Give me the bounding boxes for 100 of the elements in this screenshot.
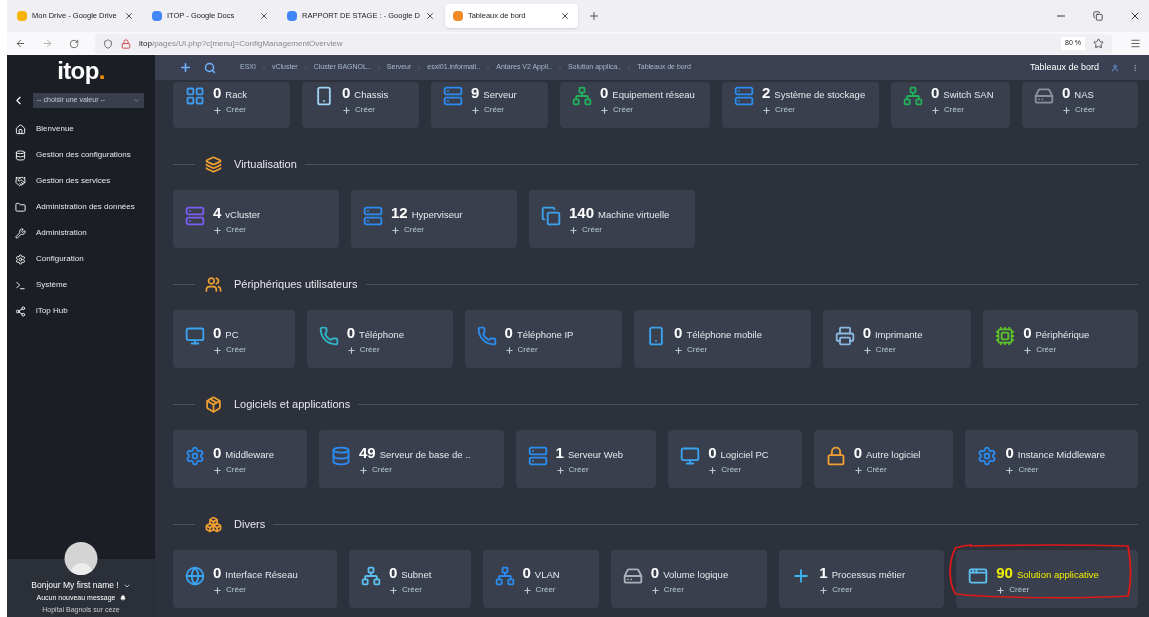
tile-label[interactable]: VLAN [534, 568, 560, 583]
create-link[interactable]: Créer [819, 584, 906, 597]
create-link[interactable]: Créer [862, 344, 923, 357]
tile-label[interactable]: Middleware [225, 448, 274, 463]
close-icon[interactable] [124, 11, 134, 21]
create-link[interactable]: Créer [650, 584, 729, 597]
add-icon[interactable] [179, 61, 192, 74]
tile-card[interactable]: 0 VLAN Créer [482, 550, 599, 608]
create-link[interactable]: Créer [391, 224, 463, 237]
tile-label[interactable]: Rack [225, 88, 247, 103]
menu-item[interactable]: Administration des données [7, 194, 155, 220]
tile-label[interactable]: PC [225, 328, 239, 343]
tile-label[interactable]: NAS [1074, 88, 1094, 103]
tile-card[interactable]: 0 Equipement réseau Créer [560, 82, 710, 128]
user-greeting[interactable]: Bonjour My first name ! [31, 579, 119, 592]
tile-label[interactable]: Téléphone IP [516, 328, 574, 343]
tile-label[interactable]: Hyperviseur [411, 208, 463, 223]
tile-card[interactable]: 0 Logiciel PC Créer [668, 430, 802, 488]
create-link[interactable]: Créer [522, 584, 560, 597]
tile-label[interactable]: Switch SAN [943, 88, 994, 103]
create-link[interactable]: Créer [213, 104, 247, 117]
create-link[interactable]: Créer [1005, 464, 1105, 477]
tile-label[interactable]: Serveur [483, 88, 517, 103]
tile-card[interactable]: 0 Autre logiciel Créer [813, 430, 954, 488]
create-link[interactable]: Créer [213, 224, 261, 237]
tile-label[interactable]: vCluster [225, 208, 261, 223]
star-icon[interactable] [1093, 38, 1104, 49]
create-link[interactable]: Créer [674, 344, 762, 357]
create-link[interactable]: Créer [346, 344, 404, 357]
create-link[interactable]: Créer [342, 104, 389, 117]
logo[interactable]: itop. [57, 59, 105, 83]
tile-card[interactable]: 0 Middleware Créer [173, 430, 307, 488]
close-icon[interactable] [259, 11, 269, 21]
tile-card[interactable]: 140 Machine virtuelle Créer [529, 190, 695, 248]
tile-card[interactable]: 0 Switch SAN Créer [891, 82, 1010, 128]
tile-label[interactable]: Imprimante [874, 328, 923, 343]
menu-item[interactable]: Configuration [7, 246, 155, 272]
create-link[interactable]: Créer [213, 344, 246, 357]
tile-card[interactable]: 0 Rack Créer [173, 82, 290, 128]
restore-icon[interactable] [1093, 11, 1103, 21]
create-link[interactable]: Créer [600, 104, 695, 117]
menu-item[interactable]: iTop Hub [7, 298, 155, 324]
tile-label[interactable]: Système de stockage [774, 88, 866, 103]
tile-label[interactable]: Serveur de base de .. [379, 448, 471, 463]
tile-card[interactable]: 0 Subnet Créer [348, 550, 471, 608]
tile-card[interactable]: 0 NAS Créer [1022, 82, 1138, 128]
create-link[interactable]: Créer [471, 104, 517, 117]
create-link[interactable]: Créer [762, 104, 866, 117]
tile-card[interactable]: 0 Téléphone IP Créer [464, 310, 623, 368]
tile-card[interactable]: 0 Volume logique Créer [610, 550, 768, 608]
menu-icon[interactable] [1130, 38, 1141, 49]
tile-card[interactable]: 9 Serveur Créer [431, 82, 548, 128]
close-icon[interactable] [559, 11, 570, 21]
tile-card[interactable]: 90 Solution applicative Créer [956, 550, 1138, 608]
tile-card[interactable]: 0 Instance Middleware Créer [965, 430, 1138, 488]
new-tab-icon[interactable] [587, 10, 600, 22]
create-link[interactable]: Créer [555, 464, 624, 477]
create-link[interactable]: Créer [213, 464, 274, 477]
close-icon[interactable] [424, 11, 435, 21]
create-link[interactable]: Créer [1062, 104, 1095, 117]
menu-item[interactable]: Bienvenue [7, 116, 155, 142]
tile-card[interactable]: 4 vCluster Créer [173, 190, 339, 248]
tile-card[interactable]: 0 Interface Réseau Créer [173, 550, 337, 608]
tile-card[interactable]: 2 Système de stockage Créer [722, 82, 879, 128]
tile-label[interactable]: Téléphone mobile [686, 328, 762, 343]
menu-item[interactable]: Gestion des services [7, 168, 155, 194]
tile-card[interactable]: 12 Hyperviseur Créer [351, 190, 517, 248]
create-link[interactable]: Créer [569, 224, 670, 237]
tile-card[interactable]: 0 Chassis Créer [302, 82, 419, 128]
create-link[interactable]: Créer [1023, 344, 1090, 357]
tile-label[interactable]: Périphérique [1035, 328, 1090, 343]
tile-label[interactable]: Chassis [354, 88, 389, 103]
create-link[interactable]: Créer [853, 464, 921, 477]
tile-card[interactable]: 1 Processus métier Créer [779, 550, 945, 608]
reload-icon[interactable] [69, 38, 79, 49]
tile-label[interactable]: Solution applicative [1016, 568, 1099, 583]
tile-label[interactable]: Autre logiciel [866, 448, 921, 463]
tile-card[interactable]: 1 Serveur Web Créer [515, 430, 657, 488]
tile-card[interactable]: 0 Périphérique Créer [983, 310, 1138, 368]
tile-label[interactable]: Interface Réseau [225, 568, 298, 583]
menu-item[interactable]: Système [7, 272, 155, 298]
create-link[interactable]: Créer [931, 104, 994, 117]
tile-label[interactable]: Machine virtuelle [598, 208, 670, 223]
tile-label[interactable]: Equipement réseau [612, 88, 695, 103]
tile-card[interactable]: 0 Téléphone Créer [306, 310, 453, 368]
create-link[interactable]: Créer [504, 344, 574, 357]
tile-card[interactable]: 49 Serveur de base de .. Créer [318, 430, 504, 488]
tile-label[interactable]: Serveur Web [567, 448, 624, 463]
bell-icon[interactable] [119, 595, 126, 602]
tile-label[interactable]: Logiciel PC [720, 448, 769, 463]
tile-card[interactable]: 0 Imprimante Créer [822, 310, 972, 368]
create-link[interactable]: Créer [996, 584, 1099, 597]
user-icon[interactable] [1111, 63, 1119, 72]
tile-label[interactable]: Processus métier [831, 568, 906, 583]
tile-label[interactable]: Volume logique [663, 568, 729, 583]
menu-item[interactable]: Administration [7, 220, 155, 246]
create-link[interactable]: Créer [708, 464, 769, 477]
create-link[interactable]: Créer [388, 584, 432, 597]
tile-label[interactable]: Subnet [401, 568, 432, 583]
tile-label[interactable]: Instance Middleware [1017, 448, 1105, 463]
